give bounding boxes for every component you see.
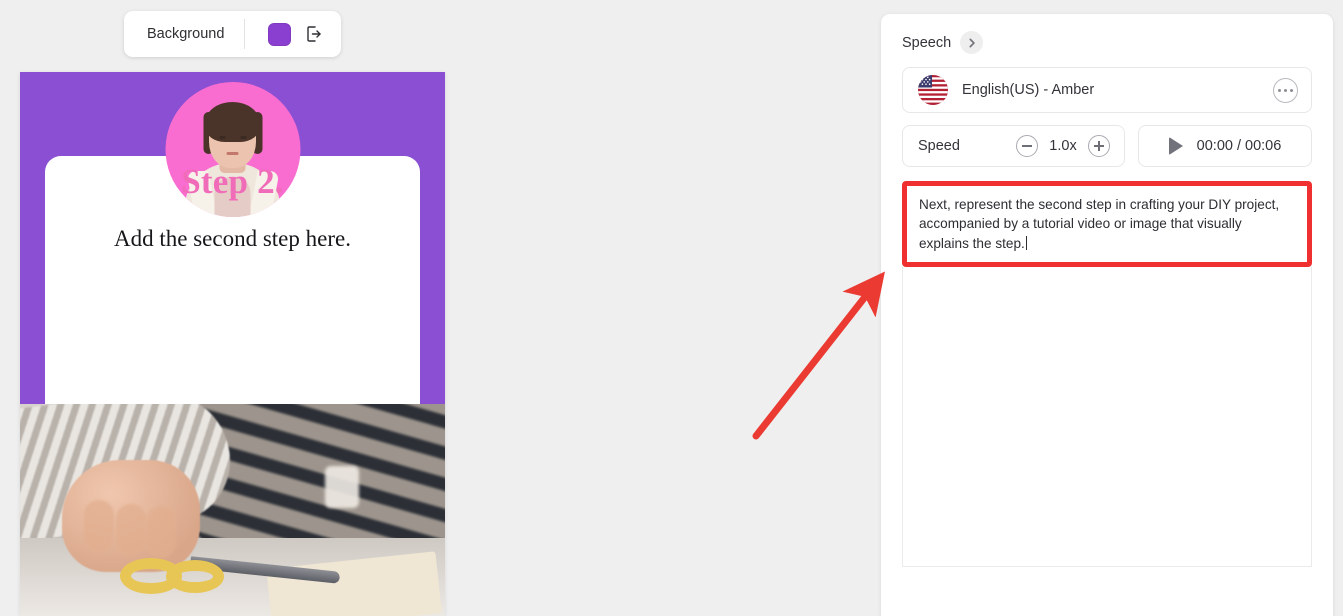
background-toolbar: Background [124,11,341,57]
background-color-swatch[interactable] [268,22,292,46]
toolbar-actions [245,22,325,46]
playback-controls: Speed 1.0x 00:00 / 00:06 [902,125,1312,167]
script-text: Next, represent the second step in craft… [919,197,1280,251]
arrow-out-of-box-icon[interactable] [303,23,325,45]
app-root: Background Step 2. Add the second step h… [0,0,1343,616]
slide-photo[interactable] [20,404,445,616]
script-highlight-box: Next, represent the second step in craft… [902,181,1312,267]
slide-step-title[interactable]: Step 2. [20,162,445,202]
speed-control: Speed 1.0x [902,125,1125,167]
text-caret [1025,235,1027,250]
script-input[interactable]: Next, represent the second step in craft… [907,186,1307,262]
plus-circle-icon[interactable] [1088,135,1110,157]
playback-time: 00:00 / 00:06 [1196,138,1282,154]
us-flag-icon [918,75,948,105]
voice-name-label: English(US) - Amber [962,82,1095,98]
speed-value: 1.0x [1049,138,1077,154]
chevron-right-icon[interactable] [960,31,984,54]
speed-label: Speed [918,138,960,154]
play-icon[interactable] [1168,137,1183,155]
three-dots-icon[interactable] [1273,77,1298,103]
slide-step-subtitle[interactable]: Add the second step here. [20,226,445,252]
slide-canvas[interactable]: Step 2. Add the second step here. [20,72,445,616]
voice-selector[interactable]: English(US) - Amber [902,67,1312,113]
speech-panel-header: Speech [881,14,1333,54]
audio-player[interactable]: 00:00 / 00:06 [1138,125,1312,167]
speech-panel: Speech English(US) - Amber Speed 1.0x 00… [881,14,1333,616]
background-label: Background [147,26,225,42]
script-input-body[interactable] [902,267,1312,567]
minus-circle-icon[interactable] [1016,135,1038,157]
page-title: Speech [902,34,952,51]
